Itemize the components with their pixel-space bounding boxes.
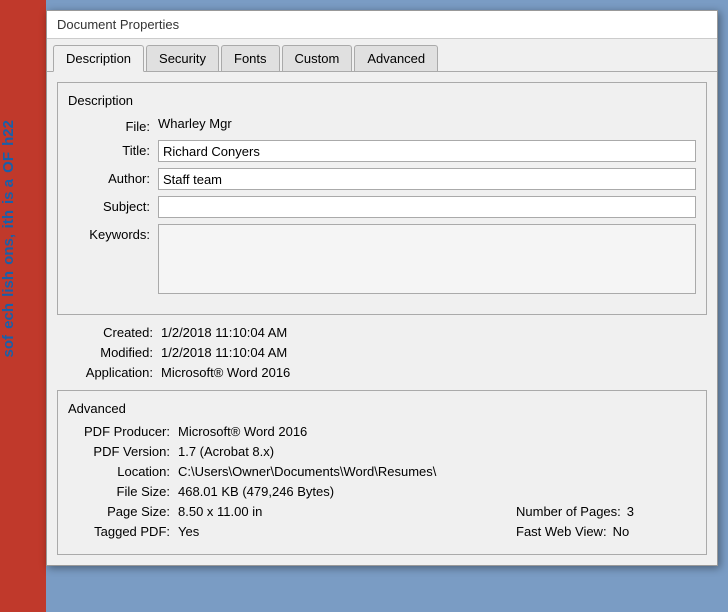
tagged-row: Tagged PDF: Yes Fast Web View: No bbox=[68, 524, 696, 539]
pdf-producer-value: Microsoft® Word 2016 bbox=[178, 424, 696, 439]
sidebar-text-1: h22 bbox=[0, 120, 46, 146]
page-size-label: Page Size: bbox=[68, 504, 178, 519]
file-size-row: File Size: 468.01 KB (479,246 Bytes) bbox=[68, 484, 696, 499]
keywords-textarea[interactable] bbox=[158, 224, 696, 294]
tagged-pdf-label: Tagged PDF: bbox=[68, 524, 178, 539]
file-label: File: bbox=[68, 116, 158, 134]
created-value: 1/2/2018 11:10:04 AM bbox=[161, 325, 287, 340]
file-size-label: File Size: bbox=[68, 484, 178, 499]
page-size-left: Page Size: 8.50 x 11.00 in bbox=[68, 504, 516, 519]
application-label: Application: bbox=[61, 365, 161, 380]
title-label: Title: bbox=[68, 140, 158, 158]
tagged-pdf-value: Yes bbox=[178, 524, 516, 539]
location-row: Location: C:\Users\Owner\Documents\Word\… bbox=[68, 464, 696, 479]
sidebar-text-8: sof bbox=[0, 335, 46, 358]
author-label: Author: bbox=[68, 168, 158, 186]
created-row: Created: 1/2/2018 11:10:04 AM bbox=[61, 325, 703, 340]
sidebar-text-5: ons, bbox=[0, 234, 46, 265]
fast-web-value: No bbox=[613, 524, 630, 539]
fast-web-label: Fast Web View: bbox=[516, 524, 607, 539]
advanced-section: Advanced PDF Producer: Microsoft® Word 2… bbox=[57, 390, 707, 555]
tagged-pdf-left: Tagged PDF: Yes bbox=[68, 524, 516, 539]
pdf-producer-row: PDF Producer: Microsoft® Word 2016 bbox=[68, 424, 696, 439]
tab-security[interactable]: Security bbox=[146, 45, 219, 71]
title-bar: Document Properties bbox=[47, 11, 717, 39]
metadata-section: Created: 1/2/2018 11:10:04 AM Modified: … bbox=[57, 325, 707, 380]
modified-label: Modified: bbox=[61, 345, 161, 360]
sidebar-text-6: lish bbox=[0, 271, 46, 297]
sidebar-text-7: ech bbox=[0, 303, 46, 329]
tab-bar: Description Security Fonts Custom Advanc… bbox=[47, 39, 717, 72]
document-properties-window: Document Properties Description Security… bbox=[46, 10, 718, 566]
tab-fonts[interactable]: Fonts bbox=[221, 45, 280, 71]
tab-custom[interactable]: Custom bbox=[282, 45, 353, 71]
description-section-title: Description bbox=[68, 93, 696, 108]
tab-advanced[interactable]: Advanced bbox=[354, 45, 438, 71]
location-label: Location: bbox=[68, 464, 178, 479]
left-sidebar-text: h22 OF is a ith ons, lish ech sof bbox=[0, 0, 46, 612]
pdf-version-label: PDF Version: bbox=[68, 444, 178, 459]
location-value: C:\Users\Owner\Documents\Word\Resumes\ bbox=[178, 464, 696, 479]
keywords-label: Keywords: bbox=[68, 224, 158, 242]
subject-input[interactable] bbox=[158, 196, 696, 218]
num-pages-label: Number of Pages: bbox=[516, 504, 621, 519]
subject-label: Subject: bbox=[68, 196, 158, 214]
created-label: Created: bbox=[61, 325, 161, 340]
num-pages-right: Number of Pages: 3 bbox=[516, 504, 696, 519]
modified-row: Modified: 1/2/2018 11:10:04 AM bbox=[61, 345, 703, 360]
modified-value: 1/2/2018 11:10:04 AM bbox=[161, 345, 287, 360]
description-section: Description File: Wharley Mgr Title: Aut… bbox=[57, 82, 707, 315]
title-row: Title: bbox=[68, 140, 696, 162]
file-row: File: Wharley Mgr bbox=[68, 116, 696, 134]
num-pages-value: 3 bbox=[627, 504, 634, 519]
tab-content: Description File: Wharley Mgr Title: Aut… bbox=[47, 72, 717, 565]
author-input[interactable] bbox=[158, 168, 696, 190]
window-title: Document Properties bbox=[57, 17, 179, 32]
application-row: Application: Microsoft® Word 2016 bbox=[61, 365, 703, 380]
file-size-value: 468.01 KB (479,246 Bytes) bbox=[178, 484, 696, 499]
keywords-row: Keywords: bbox=[68, 224, 696, 294]
pdf-producer-label: PDF Producer: bbox=[68, 424, 178, 439]
fast-web-right: Fast Web View: No bbox=[516, 524, 696, 539]
author-row: Author: bbox=[68, 168, 696, 190]
file-value: Wharley Mgr bbox=[158, 116, 232, 131]
pdf-version-row: PDF Version: 1.7 (Acrobat 8.x) bbox=[68, 444, 696, 459]
sidebar-text-4: ith bbox=[0, 210, 46, 228]
title-input[interactable] bbox=[158, 140, 696, 162]
sidebar-text-2: OF bbox=[0, 152, 46, 173]
page-size-value: 8.50 x 11.00 in bbox=[178, 504, 516, 519]
pdf-version-value: 1.7 (Acrobat 8.x) bbox=[178, 444, 696, 459]
page-size-row: Page Size: 8.50 x 11.00 in Number of Pag… bbox=[68, 504, 696, 519]
advanced-section-title: Advanced bbox=[68, 401, 696, 416]
tab-description[interactable]: Description bbox=[53, 45, 144, 72]
subject-row: Subject: bbox=[68, 196, 696, 218]
application-value: Microsoft® Word 2016 bbox=[161, 365, 290, 380]
sidebar-text-3: is a bbox=[0, 179, 46, 204]
